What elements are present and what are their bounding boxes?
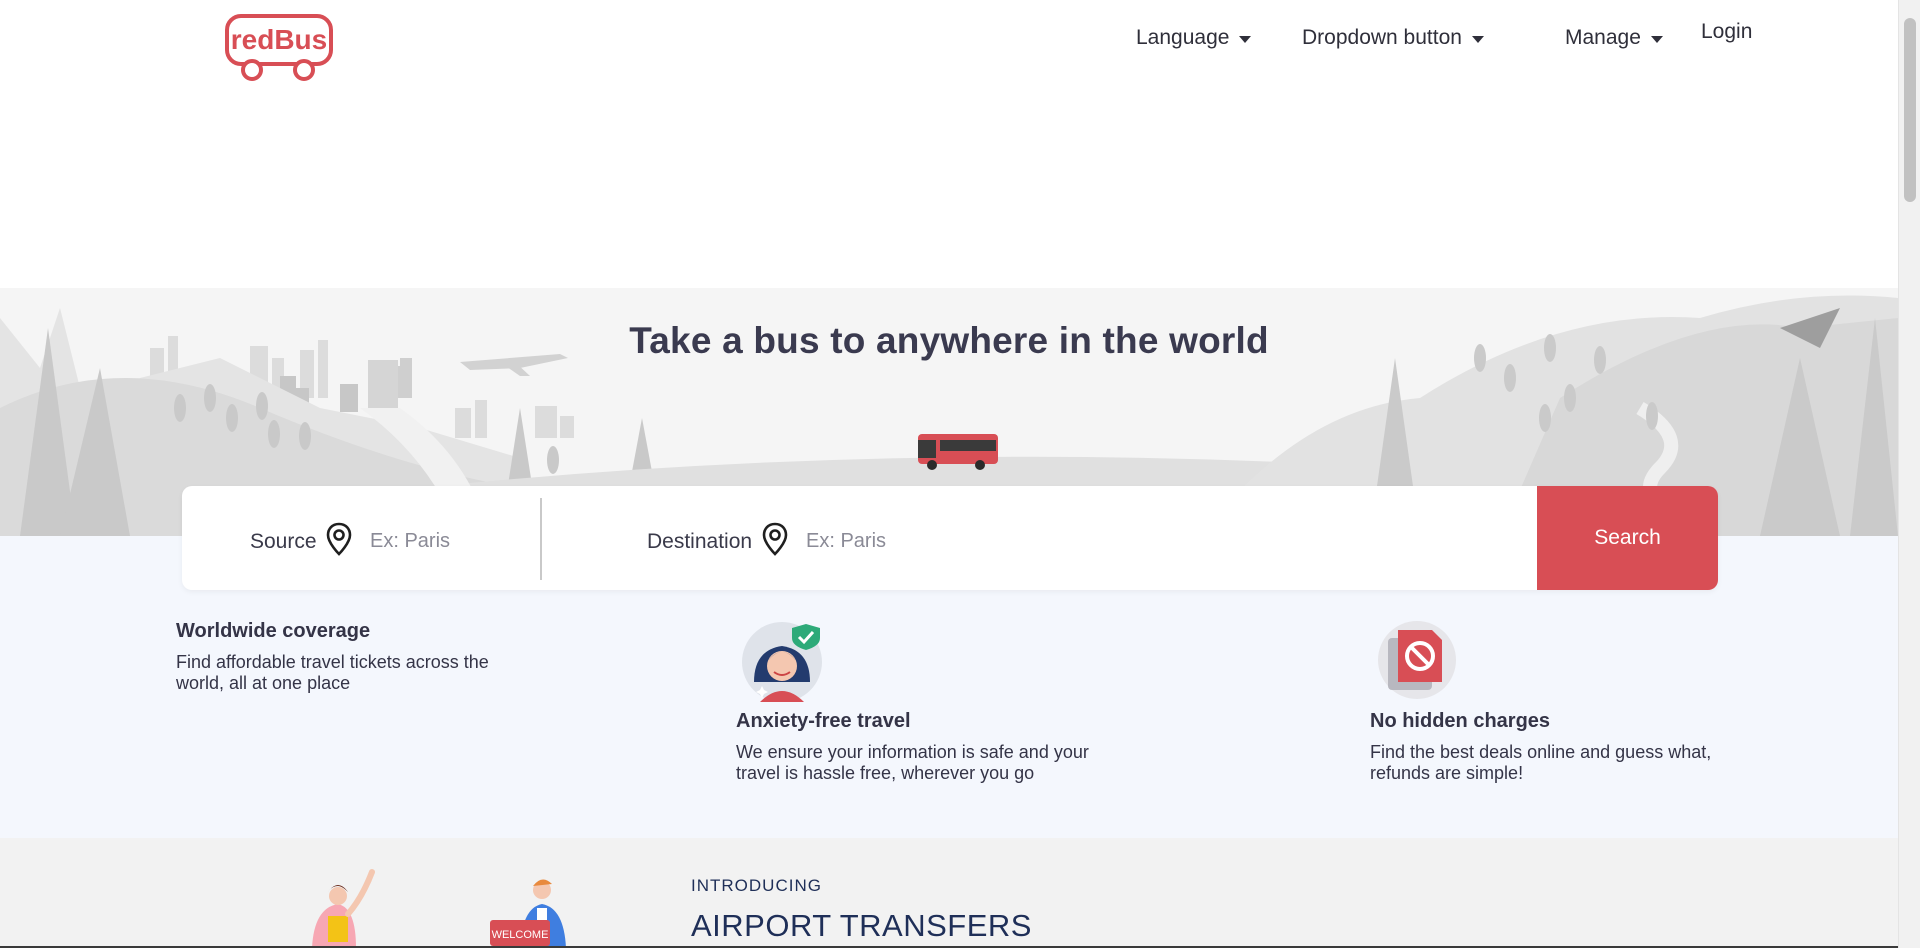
source-input[interactable] bbox=[370, 526, 520, 556]
hero-title: Take a bus to anywhere in the world bbox=[629, 320, 1269, 361]
no-hidden-charges-icon bbox=[1378, 621, 1456, 699]
feature-desc-anxiety-free: We ensure your information is safe and y… bbox=[736, 742, 1089, 783]
destination-input[interactable] bbox=[806, 526, 1306, 556]
page-scrollbar[interactable] bbox=[1898, 0, 1920, 948]
location-pin-icon bbox=[326, 522, 352, 556]
redbus-logo[interactable]: redBus bbox=[224, 12, 334, 82]
field-divider bbox=[540, 498, 542, 580]
destination-label: Destination bbox=[647, 530, 753, 553]
dropdown-label: Dropdown button bbox=[1302, 26, 1462, 49]
anxiety-free-traveler-icon bbox=[742, 622, 822, 702]
source-label: Source bbox=[250, 530, 317, 553]
feature-desc-worldwide: Find affordable travel tickets across th… bbox=[176, 652, 489, 693]
search-form: Source Destination bbox=[182, 486, 1718, 590]
scrollbar-thumb[interactable] bbox=[1904, 18, 1916, 202]
logo-text: redBus bbox=[231, 24, 327, 55]
search-button[interactable]: Search bbox=[1537, 486, 1718, 590]
caret-down-icon bbox=[1471, 35, 1484, 43]
bus-icon bbox=[918, 434, 998, 470]
caret-down-icon bbox=[1239, 35, 1252, 43]
feature-title-anxiety-free: Anxiety-free travel bbox=[736, 710, 911, 732]
manage-label: Manage bbox=[1565, 26, 1641, 49]
login-link[interactable]: Login bbox=[1701, 20, 1752, 44]
language-label: Language bbox=[1136, 26, 1230, 49]
feature-title-no-hidden-charges: No hidden charges bbox=[1370, 710, 1551, 732]
airport-welcome-illustration: WELCOME bbox=[312, 869, 566, 948]
location-pin-icon bbox=[762, 522, 788, 556]
language-dropdown[interactable]: Language bbox=[1136, 26, 1252, 50]
caret-down-icon bbox=[1650, 35, 1663, 43]
introducing-label: INTRODUCING bbox=[691, 876, 822, 895]
dropdown-button[interactable]: Dropdown button bbox=[1302, 26, 1484, 50]
airport-transfers-title: AIRPORT TRANSFERS bbox=[691, 908, 1032, 943]
top-nav: redBus Language Dropdown button Manage L… bbox=[0, 0, 1898, 90]
feature-title-worldwide: Worldwide coverage bbox=[176, 620, 371, 642]
manage-dropdown[interactable]: Manage bbox=[1565, 26, 1663, 50]
feature-desc-no-hidden-charges: Find the best deals online and guess wha… bbox=[1370, 742, 1712, 783]
welcome-sign-text: WELCOME bbox=[492, 929, 549, 941]
